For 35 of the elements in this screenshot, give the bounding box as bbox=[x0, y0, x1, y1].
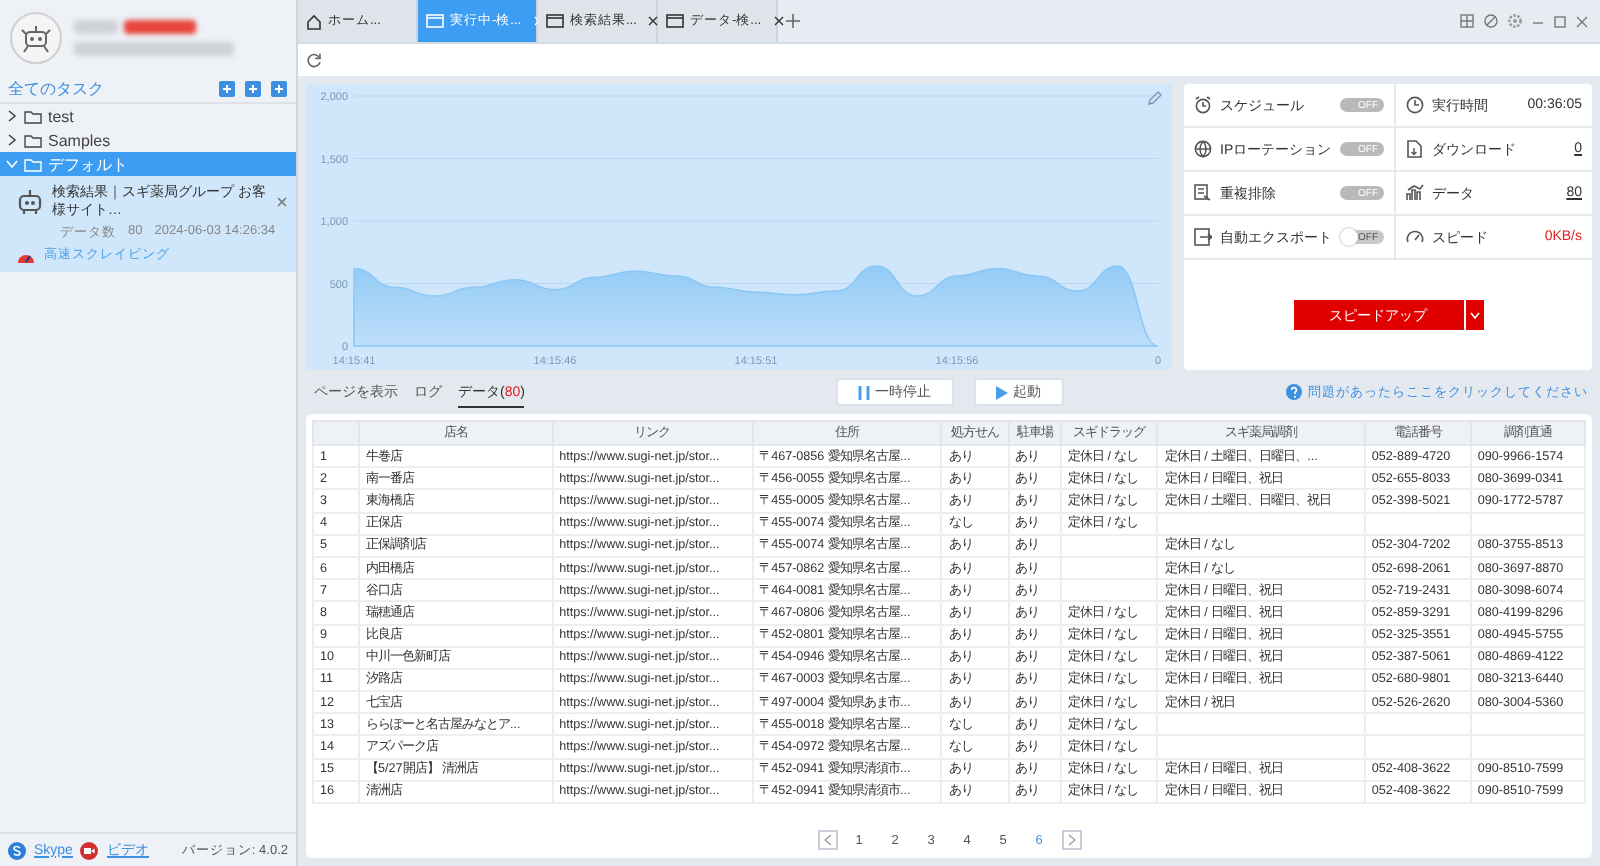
video-icon[interactable] bbox=[80, 841, 99, 859]
folder-item[interactable]: Samples bbox=[0, 128, 296, 152]
bar-chart-icon bbox=[1406, 184, 1424, 202]
grid-icon[interactable] bbox=[1460, 14, 1474, 28]
home-icon bbox=[306, 13, 322, 29]
speedometer-icon bbox=[1406, 228, 1424, 246]
window-icon bbox=[426, 14, 444, 28]
maximize-icon[interactable] bbox=[1554, 15, 1566, 27]
previous-page-button[interactable] bbox=[817, 830, 837, 850]
next-page-button[interactable] bbox=[1061, 830, 1081, 850]
pause-icon bbox=[857, 385, 869, 399]
chevron-down-icon bbox=[6, 158, 18, 170]
window-icon bbox=[666, 14, 684, 28]
refresh-icon[interactable] bbox=[306, 52, 322, 68]
close-icon[interactable] bbox=[773, 16, 784, 26]
chevron-left-icon bbox=[823, 834, 831, 846]
file-download-icon bbox=[1406, 140, 1424, 158]
caret-down-icon[interactable] bbox=[1469, 311, 1479, 319]
chevron-right-icon bbox=[1067, 834, 1075, 846]
close-icon[interactable] bbox=[648, 16, 659, 26]
folder-item[interactable]: test bbox=[0, 104, 296, 128]
clock-icon bbox=[1406, 96, 1424, 114]
play-icon bbox=[995, 385, 1007, 399]
document-icon bbox=[1194, 184, 1212, 202]
add-task-icon[interactable] bbox=[244, 79, 262, 97]
all-tasks-label: 全てのタスク bbox=[8, 77, 104, 99]
edit-icon[interactable] bbox=[1148, 91, 1162, 105]
robot-icon bbox=[16, 188, 44, 216]
window-icon bbox=[546, 14, 564, 28]
robot-avatar bbox=[10, 11, 62, 63]
help-icon bbox=[1286, 384, 1302, 400]
globe-icon bbox=[1194, 140, 1212, 158]
alarm-clock-icon bbox=[1194, 96, 1212, 114]
skype-icon[interactable] bbox=[8, 841, 26, 859]
settings-icon[interactable] bbox=[1508, 14, 1522, 28]
